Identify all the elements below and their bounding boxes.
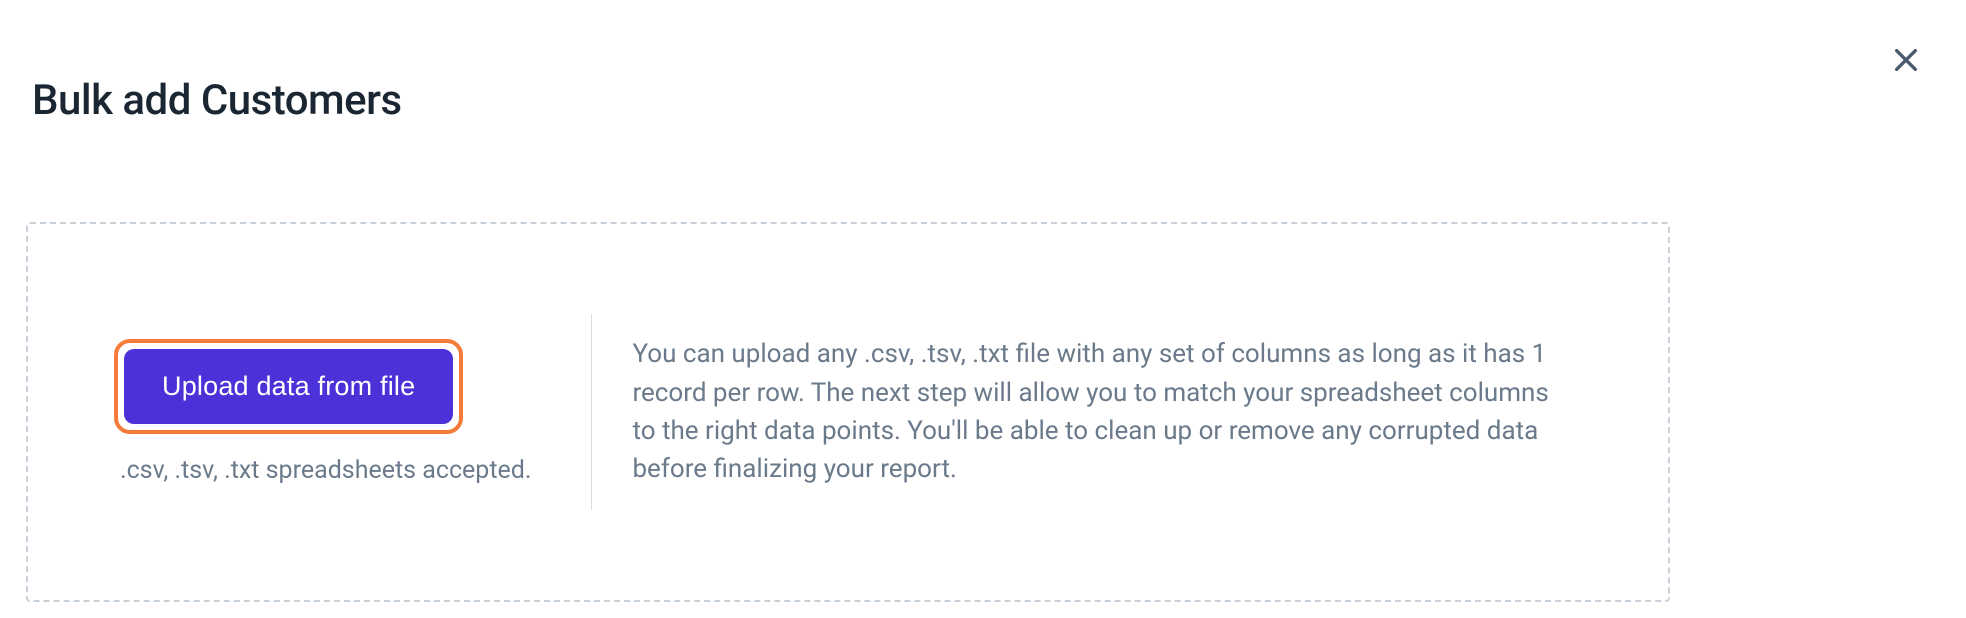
upload-description-text: You can upload any .csv, .tsv, .txt file… [632, 335, 1568, 489]
vertical-divider [591, 314, 592, 510]
upload-dropzone[interactable]: Upload data from file .csv, .tsv, .txt s… [26, 222, 1670, 602]
close-icon [1890, 44, 1922, 76]
upload-action-section: Upload data from file .csv, .tsv, .txt s… [88, 339, 581, 485]
modal-title: Bulk add Customers [32, 76, 402, 125]
upload-button[interactable]: Upload data from file [124, 349, 453, 424]
accepted-formats-text: .csv, .tsv, .txt spreadsheets accepted. [120, 456, 531, 485]
close-button[interactable] [1888, 42, 1924, 78]
upload-description-section: You can upload any .csv, .tsv, .txt file… [632, 335, 1608, 489]
upload-button-highlight: Upload data from file [114, 339, 463, 434]
